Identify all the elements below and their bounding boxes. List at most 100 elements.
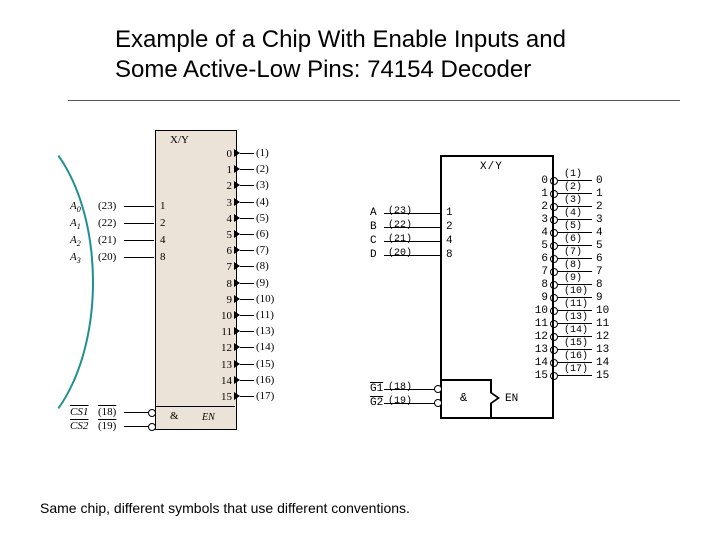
- left-output-wire: [240, 347, 254, 348]
- right-output-index-left: 2: [534, 201, 548, 213]
- right-bubble-icon: [434, 385, 442, 393]
- right-output-wire: [558, 336, 592, 337]
- right-bubble-icon: [550, 320, 558, 328]
- right-output-wire: [558, 271, 592, 272]
- left-output-index: 15: [216, 391, 232, 403]
- left-output-index: 0: [216, 148, 232, 160]
- right-output-pin: (4): [564, 208, 582, 219]
- right-output-pin: (7): [564, 247, 582, 258]
- right-output-pin: (17): [564, 364, 588, 375]
- right-bubble-icon: [550, 372, 558, 380]
- right-output-index-left: 9: [534, 292, 548, 304]
- left-address-label: A0: [70, 200, 81, 214]
- right-output-index-left: 11: [534, 318, 548, 330]
- right-enable-triangle-fill: [490, 393, 497, 403]
- right-bubble-icon: [550, 203, 558, 211]
- right-output-pin: (16): [564, 351, 588, 362]
- right-address-pin: (22): [388, 220, 412, 231]
- right-address-weight: 4: [446, 235, 453, 247]
- right-output-index-left: 5: [534, 240, 548, 252]
- right-output-wire: [558, 349, 592, 350]
- right-output-wire: [558, 310, 592, 311]
- left-enable-input-label: CS2: [70, 420, 88, 432]
- right-address-pin: (20): [388, 248, 412, 259]
- left-address-wire: [124, 206, 154, 207]
- right-output-pin: (6): [564, 234, 582, 245]
- left-output-pin: (13): [256, 325, 274, 337]
- left-and-symbol: &: [170, 410, 179, 422]
- right-output-wire: [558, 323, 592, 324]
- left-output-wire: [240, 234, 254, 235]
- left-enable-input-pin: (19): [98, 420, 116, 432]
- right-output-index-right: 3: [596, 214, 603, 226]
- right-output-pin: (3): [564, 195, 582, 206]
- right-output-wire: [558, 245, 592, 246]
- left-output-pin: (5): [256, 212, 269, 224]
- right-address-weight: 2: [446, 221, 453, 233]
- right-output-pin: (8): [564, 260, 582, 271]
- left-output-index: 4: [216, 213, 232, 225]
- right-output-wire: [558, 375, 592, 376]
- right-output-index-left: 6: [534, 253, 548, 265]
- right-enable-input-label: G2: [370, 397, 383, 409]
- right-output-index-right: 2: [596, 201, 603, 213]
- right-output-index-left: 0: [534, 175, 548, 187]
- right-bubble-icon: [550, 281, 558, 289]
- left-address-label: A1: [70, 217, 81, 231]
- right-output-index-left: 1: [534, 188, 548, 200]
- right-output-index-right: 12: [596, 331, 609, 343]
- left-output-index: 1: [216, 164, 232, 176]
- right-output-wire: [558, 180, 592, 181]
- left-output-index: 11: [216, 326, 232, 338]
- right-address-label: B: [370, 221, 377, 233]
- right-output-wire: [558, 219, 592, 220]
- left-output-wire: [240, 250, 254, 251]
- right-output-index-right: 1: [596, 188, 603, 200]
- left-output-wire: [240, 153, 254, 154]
- left-address-weight: 8: [160, 251, 166, 263]
- right-output-index-right: 14: [596, 357, 609, 369]
- left-output-wire: [240, 202, 254, 203]
- left-output-index: 9: [216, 294, 232, 306]
- right-output-wire: [558, 206, 592, 207]
- right-output-index-left: 8: [534, 279, 548, 291]
- right-output-index-right: 4: [596, 227, 603, 239]
- slide-title: Example of a Chip With Enable Inputs and…: [115, 25, 670, 85]
- left-output-index: 6: [216, 245, 232, 257]
- right-address-weight: 1: [446, 207, 453, 219]
- left-address-wire: [124, 223, 154, 224]
- right-output-index-left: 12: [534, 331, 548, 343]
- right-address-weight: 8: [446, 249, 453, 261]
- right-bubble-icon: [550, 307, 558, 315]
- left-address-weight: 4: [160, 234, 166, 246]
- right-output-wire: [558, 232, 592, 233]
- right-and-symbol: &: [460, 391, 467, 405]
- right-output-index-right: 10: [596, 305, 609, 317]
- right-output-wire: [558, 284, 592, 285]
- left-bubble-icon: [148, 409, 156, 417]
- right-output-index-right: 9: [596, 292, 603, 304]
- left-output-pin: (14): [256, 341, 274, 353]
- right-output-index-right: 5: [596, 240, 603, 252]
- right-output-index-right: 7: [596, 266, 603, 278]
- left-output-pin: (6): [256, 228, 269, 240]
- left-output-wire: [240, 380, 254, 381]
- left-output-index: 10: [216, 310, 232, 322]
- right-bubble-icon: [550, 359, 558, 367]
- right-output-wire: [558, 258, 592, 259]
- left-address-pin: (23): [98, 200, 116, 212]
- left-output-pin: (11): [256, 309, 274, 321]
- title-line-1: Example of a Chip With Enable Inputs and: [115, 26, 566, 53]
- right-bubble-icon: [550, 177, 558, 185]
- left-output-wire: [240, 315, 254, 316]
- right-output-wire: [558, 362, 592, 363]
- right-enable-input-label: G1: [370, 383, 383, 395]
- left-output-pin: (1): [256, 147, 269, 159]
- title-underline: [68, 100, 680, 101]
- left-output-index: 8: [216, 278, 232, 290]
- left-enable-block: [155, 406, 235, 429]
- right-enable-input-pin: (18): [388, 382, 412, 393]
- left-output-index: 2: [216, 180, 232, 192]
- right-output-pin: (15): [564, 338, 588, 349]
- right-output-index-left: 4: [534, 227, 548, 239]
